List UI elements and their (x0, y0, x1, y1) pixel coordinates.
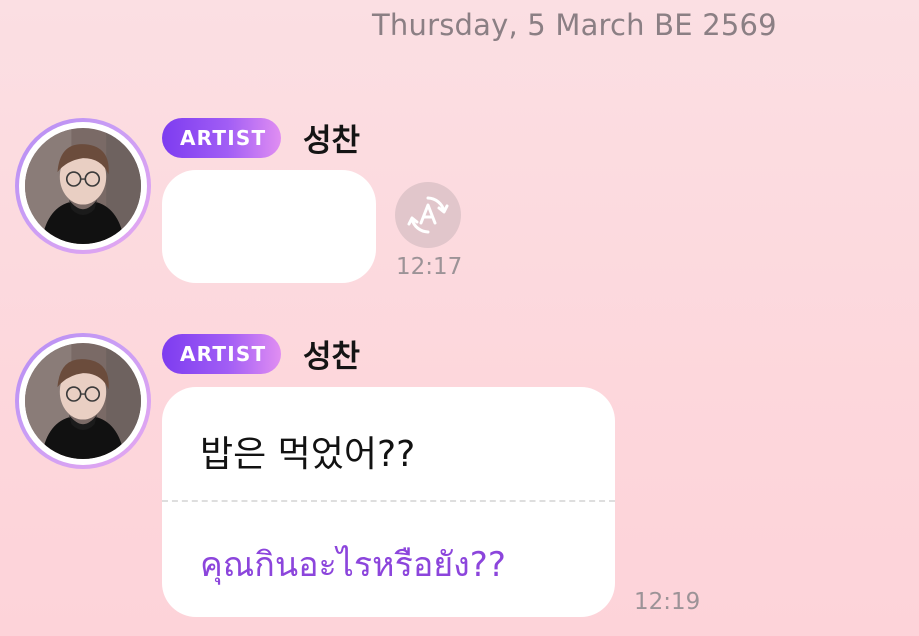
message-bubble-empty[interactable] (162, 170, 376, 283)
artist-avatar[interactable] (15, 333, 151, 469)
avatar-photo (25, 343, 141, 459)
translated-text: คุณกินอะไรหรือยัง?? (200, 545, 506, 585)
message-header: ARTIST 성찬 (162, 115, 360, 160)
translate-button[interactable] (395, 182, 461, 248)
sender-name[interactable]: 성찬 (303, 115, 360, 160)
message-text: 밥은 먹었어?? (200, 434, 416, 475)
message-bubble[interactable]: 밥은 먹었어?? คุณกินอะไรหรือยัง?? (162, 387, 615, 617)
sender-name[interactable]: 성찬 (303, 331, 360, 376)
translation-divider (162, 500, 615, 502)
message-timestamp: 12:19 (634, 589, 701, 615)
message-header: ARTIST 성찬 (162, 331, 360, 376)
artist-avatar[interactable] (15, 118, 151, 254)
translate-auto-icon (407, 196, 449, 234)
avatar-photo (25, 128, 141, 244)
artist-badge: ARTIST (162, 333, 281, 374)
date-separator: Thursday, 5 March BE 2569 (372, 8, 777, 42)
message-timestamp: 12:17 (396, 254, 463, 280)
artist-badge: ARTIST (162, 117, 281, 158)
